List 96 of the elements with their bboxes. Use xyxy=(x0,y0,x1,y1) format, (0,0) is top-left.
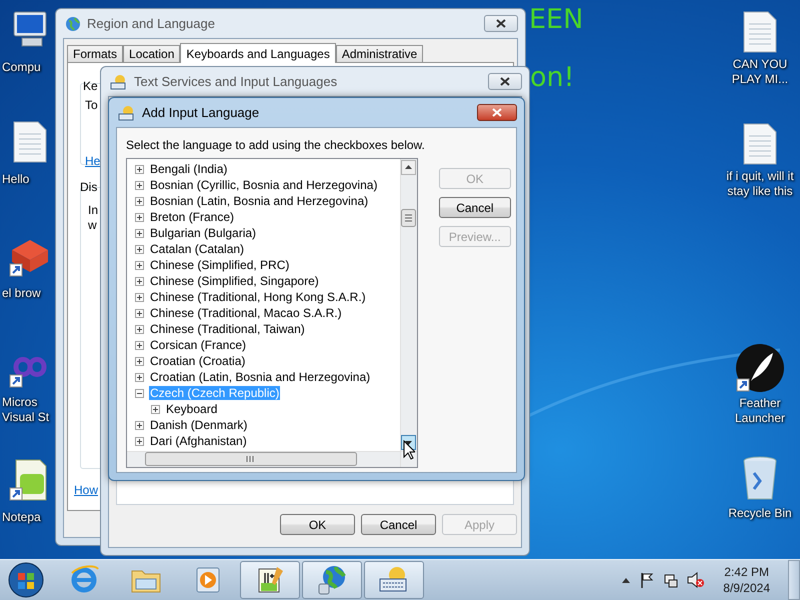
expand-icon[interactable] xyxy=(135,308,144,318)
expand-icon[interactable] xyxy=(135,212,144,222)
scroll-thumb-icon[interactable] xyxy=(401,209,416,227)
language-item[interactable]: Chinese (Traditional, Taiwan) xyxy=(149,322,306,336)
close-icon xyxy=(500,77,510,86)
network-icon[interactable] xyxy=(663,572,680,588)
expand-icon[interactable] xyxy=(135,324,144,334)
close-button[interactable] xyxy=(484,15,518,32)
collapse-icon[interactable] xyxy=(135,388,144,398)
dialog-button[interactable]: Cancel xyxy=(361,514,436,535)
show-hidden-icons-icon[interactable] xyxy=(621,576,632,584)
document-icon[interactable] xyxy=(12,120,48,164)
clock-date: 8/9/2024 xyxy=(723,580,770,596)
globe-icon[interactable] xyxy=(316,564,348,596)
expand-icon[interactable] xyxy=(135,244,144,254)
expand-icon[interactable] xyxy=(135,260,144,270)
label-text: w xyxy=(88,218,97,232)
globe-icon xyxy=(65,16,81,32)
desktop-icon-label[interactable]: Notepa xyxy=(2,510,52,525)
taskbar-button[interactable] xyxy=(240,561,300,599)
expand-icon[interactable] xyxy=(135,228,144,238)
label-text: Dis xyxy=(80,180,98,194)
tab[interactable]: Location xyxy=(123,45,180,63)
clock-time: 2:42 PM xyxy=(724,564,769,580)
expand-icon[interactable] xyxy=(135,340,144,350)
dialog-button[interactable]: Cancel xyxy=(438,197,511,218)
mouse-cursor-icon xyxy=(403,440,415,460)
expand-icon[interactable] xyxy=(135,372,144,382)
language-item[interactable]: Chinese (Traditional, Macao S.A.R.) xyxy=(149,306,343,320)
taskbar-button[interactable] xyxy=(302,561,362,599)
language-item[interactable]: Bulgarian (Bulgaria) xyxy=(149,226,258,240)
document-icon[interactable] xyxy=(742,122,778,166)
desktop-icon-label[interactable]: CAN YOU PLAY MI... xyxy=(720,57,800,87)
start-button-icon[interactable] xyxy=(6,560,46,600)
language-item[interactable]: Keyboard xyxy=(165,402,218,416)
language-item[interactable]: Bosnian (Latin, Bosnia and Herzegovina) xyxy=(149,194,370,208)
scroll-thumb-icon[interactable] xyxy=(145,452,357,466)
expand-icon[interactable] xyxy=(135,276,144,286)
flag-icon[interactable] xyxy=(639,572,656,588)
language-item[interactable]: Croatian (Latin, Bosnia and Herzegovina) xyxy=(149,370,372,384)
language-item[interactable]: Bengali (India) xyxy=(149,162,228,176)
desktop-icon-label[interactable]: Micros Visual St xyxy=(2,395,52,425)
clock[interactable]: 2:42 PM 8/9/2024 xyxy=(713,564,780,596)
expand-icon[interactable] xyxy=(135,356,144,366)
keyboard-icon xyxy=(110,74,128,90)
expand-icon[interactable] xyxy=(135,436,144,446)
close-icon xyxy=(496,19,506,28)
close-button[interactable] xyxy=(477,104,517,121)
language-item[interactable]: Chinese (Simplified, PRC) xyxy=(149,258,290,272)
muted-speaker-icon[interactable] xyxy=(687,572,706,588)
media-player-icon[interactable] xyxy=(194,565,222,595)
window-title: Add Input Language xyxy=(142,105,260,120)
desktop-icon-label[interactable]: if i quit, will it stay like this xyxy=(720,169,800,199)
language-item[interactable]: Corsican (France) xyxy=(149,338,248,352)
desktop-icon-label[interactable]: el brow xyxy=(2,286,52,301)
help-link[interactable]: He xyxy=(85,154,100,168)
scroll-up-icon[interactable] xyxy=(401,160,416,175)
window-title: Region and Language xyxy=(87,16,216,31)
help-link[interactable]: How xyxy=(74,483,98,497)
desktop-icon-label[interactable]: Feather Launcher xyxy=(720,396,800,426)
vertical-scrollbar[interactable] xyxy=(400,159,417,451)
expand-icon[interactable] xyxy=(135,292,144,302)
desktop-banner-text: EEN xyxy=(529,4,584,35)
language-item[interactable]: Danish (Denmark) xyxy=(149,418,248,432)
label-text: Ke xyxy=(83,79,98,93)
expand-icon[interactable] xyxy=(135,164,144,174)
label-text: In xyxy=(88,203,98,217)
expand-icon[interactable] xyxy=(135,420,144,430)
tab[interactable]: Formats xyxy=(67,45,124,63)
language-item[interactable]: Bosnian (Cyrillic, Bosnia and Herzegovina) xyxy=(149,178,378,192)
language-item[interactable]: Chinese (Simplified, Singapore) xyxy=(149,274,320,288)
feather-icon[interactable] xyxy=(735,343,785,393)
expand-icon[interactable] xyxy=(135,196,144,206)
expand-icon[interactable] xyxy=(151,404,160,414)
language-item[interactable]: Catalan (Catalan) xyxy=(149,242,246,256)
language-item[interactable]: Breton (France) xyxy=(149,210,236,224)
tab[interactable]: Keyboards and Languages xyxy=(180,43,336,63)
keyboard-icon xyxy=(118,104,136,120)
dialog-button[interactable]: OK xyxy=(280,514,355,535)
document-icon[interactable] xyxy=(742,10,778,54)
language-item[interactable]: Chinese (Traditional, Hong Kong S.A.R.) xyxy=(149,290,367,304)
instruction-text: Select the language to add using the checkboxes below. xyxy=(126,138,425,152)
tab[interactable]: Administrative xyxy=(336,45,424,63)
desktop-icon-label[interactable]: Recycle Bin xyxy=(728,506,792,521)
taskbar-button[interactable] xyxy=(364,561,424,599)
window-title: Text Services and Input Languages xyxy=(134,74,338,89)
expand-icon[interactable] xyxy=(135,180,144,190)
desktop-icon-label[interactable]: Hello xyxy=(2,172,52,187)
desktop-banner-text: on! xyxy=(530,62,574,93)
language-item[interactable]: Dari (Afghanistan) xyxy=(149,434,248,448)
language-item[interactable]: Croatian (Croatia) xyxy=(149,354,246,368)
label-text: To xyxy=(85,98,98,112)
close-button[interactable] xyxy=(488,73,522,90)
horizontal-scrollbar[interactable] xyxy=(127,451,400,467)
close-icon xyxy=(492,108,502,117)
desktop-icon-label[interactable]: Compu xyxy=(2,60,52,75)
